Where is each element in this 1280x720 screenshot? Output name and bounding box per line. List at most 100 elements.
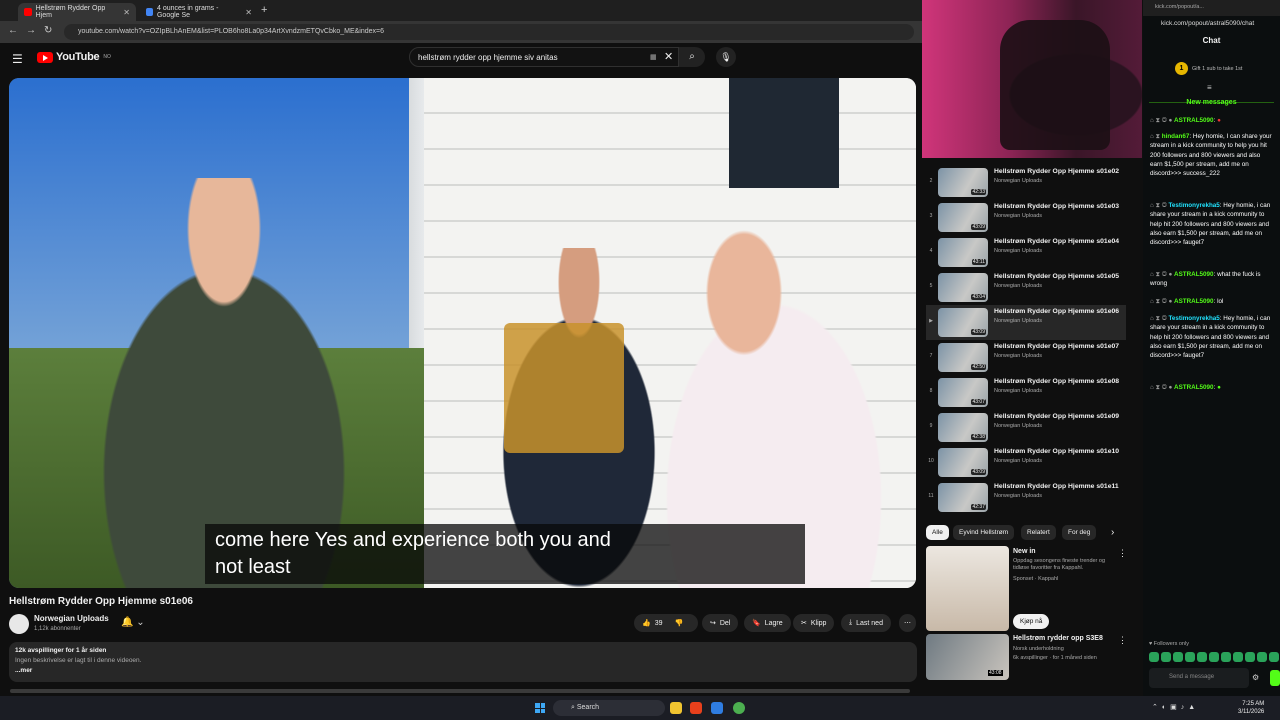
- tab-youtube[interactable]: Hellstrøm Rydder Opp Hjem ✕: [18, 3, 136, 21]
- emote-icon[interactable]: [1149, 652, 1159, 662]
- playlist-item[interactable]: 10 43:09 Hellstrøm Rydder Opp Hjemme s01e1…: [926, 445, 1126, 480]
- playlist-item[interactable]: 11 42:37 Hellstrøm Rydder Opp Hjemme s01e1…: [926, 480, 1126, 515]
- gift-sub-banner[interactable]: 1 Gift 1 sub to take 1st: [1175, 62, 1242, 75]
- emote-icon[interactable]: [1173, 652, 1183, 662]
- new-tab-button[interactable]: +: [261, 4, 267, 16]
- new-messages-label[interactable]: New messages: [1143, 99, 1280, 106]
- clip-button[interactable]: ✂ Klipp: [793, 614, 835, 632]
- playlist-item-title[interactable]: Hellstrøm Rydder Opp Hjemme s01e05: [994, 273, 1124, 282]
- video-player[interactable]: come here Yes and experience both you an…: [9, 78, 916, 588]
- playlist-thumbnail[interactable]: 43:04: [938, 273, 988, 302]
- app-icon[interactable]: [711, 702, 723, 714]
- chip-for-deg[interactable]: For deg: [1062, 525, 1097, 540]
- emote-icon[interactable]: [1185, 652, 1195, 662]
- playlist-thumbnail[interactable]: 42:50: [938, 343, 988, 372]
- chat-username[interactable]: Testimonyrekha5: [1168, 202, 1219, 209]
- playlist-item-title[interactable]: Hellstrøm Rydder Opp Hjemme s01e02: [994, 168, 1124, 177]
- address-bar[interactable]: youtube.com/watch?v=OZIpBLhAnEM&list=PLO…: [64, 24, 914, 40]
- chat-username[interactable]: ASTRAL5090: [1174, 271, 1214, 278]
- thumbs-down-icon[interactable]: 👎: [675, 619, 684, 627]
- forward-arrow-icon[interactable]: →: [26, 25, 36, 36]
- emote-icon[interactable]: [1221, 652, 1231, 662]
- emote-icon[interactable]: [1257, 652, 1267, 662]
- download-button[interactable]: ⤓ Last ned: [841, 614, 891, 632]
- playlist-item[interactable]: 9 42:38 Hellstrøm Rydder Opp Hjemme s01e09…: [926, 410, 1126, 445]
- more-actions-button[interactable]: ⋯: [899, 614, 916, 632]
- search-button[interactable]: ⌕: [679, 47, 705, 67]
- like-count[interactable]: 39: [655, 620, 663, 627]
- close-icon[interactable]: ✕: [123, 8, 130, 17]
- chevron-right-icon[interactable]: ›: [1111, 527, 1114, 538]
- show-more-link[interactable]: ...mer: [15, 667, 911, 674]
- keyboard-icon[interactable]: ▦: [650, 53, 657, 61]
- playlist-thumbnail[interactable]: 42:38: [938, 413, 988, 442]
- playlist-item-title[interactable]: Hellstrøm Rydder Opp Hjemme s01e09: [994, 413, 1124, 422]
- voice-search-button[interactable]: 🎙: [716, 47, 736, 67]
- ad-title[interactable]: New in: [1013, 548, 1036, 555]
- tab-google[interactable]: 4 ounces in grams - Google Se ✕: [140, 3, 258, 21]
- playlist-item[interactable]: 8 43:07 Hellstrøm Rydder Opp Hjemme s01e08…: [926, 375, 1126, 410]
- thumbs-up-icon[interactable]: 👍: [642, 619, 651, 627]
- brave-browser-icon[interactable]: [690, 702, 702, 714]
- taskbar-clock[interactable]: 7:25 AM 3/11/2026: [1238, 700, 1264, 716]
- playlist-item[interactable]: 5 43:04 Hellstrøm Rydder Opp Hjemme s01e05…: [926, 270, 1126, 305]
- horizontal-scrollbar[interactable]: [0, 688, 922, 694]
- playlist-item[interactable]: 7 42:50 Hellstrøm Rydder Opp Hjemme s01e07…: [926, 340, 1126, 375]
- emote-icon[interactable]: [1269, 652, 1279, 662]
- playlist-thumbnail[interactable]: 43:11: [938, 238, 988, 267]
- playlist-item-title[interactable]: Hellstrøm Rydder Opp Hjemme s01e04: [994, 238, 1124, 247]
- subscribe-bell-button[interactable]: 🔔 ⌄: [121, 617, 145, 628]
- file-explorer-icon[interactable]: [670, 702, 682, 714]
- recommended-channel[interactable]: Norsk underholdning: [1013, 646, 1064, 652]
- playlist-item-title[interactable]: Hellstrøm Rydder Opp Hjemme s01e06: [994, 308, 1124, 317]
- playlist-item-title[interactable]: Hellstrøm Rydder Opp Hjemme s01e08: [994, 378, 1124, 387]
- buy-now-button[interactable]: Kjøp nå: [1013, 614, 1050, 629]
- close-icon[interactable]: ✕: [245, 8, 252, 17]
- clear-search-icon[interactable]: ✕: [664, 50, 673, 63]
- back-arrow-icon[interactable]: ←: [8, 25, 18, 36]
- playlist-thumbnail[interactable]: 42:37: [938, 483, 988, 512]
- search-input[interactable]: hellstrøm rydder opp hjemme siv anitas: [409, 47, 679, 67]
- chat-username[interactable]: ASTRAL5090: [1174, 298, 1214, 305]
- emote-icon[interactable]: [1245, 652, 1255, 662]
- chat-username[interactable]: Testimonyrekha5: [1168, 315, 1219, 322]
- emote-icon[interactable]: [1197, 652, 1207, 662]
- playlist-item[interactable]: ▶ 43:09 Hellstrøm Rydder Opp Hjemme s01e06…: [926, 305, 1126, 340]
- filter-icon[interactable]: ≡: [1207, 83, 1212, 92]
- save-button[interactable]: 🔖 Lagre: [744, 614, 791, 632]
- menu-icon[interactable]: ☰: [12, 52, 23, 66]
- more-vert-icon[interactable]: ⋮: [1118, 635, 1127, 646]
- playlist-thumbnail[interactable]: 43:09: [938, 448, 988, 477]
- channel-avatar[interactable]: [9, 614, 29, 634]
- kick-tab[interactable]: kick.com/popout/a...: [1143, 0, 1280, 16]
- settings-gear-icon[interactable]: ⚙: [1252, 673, 1259, 682]
- reload-icon[interactable]: ↻: [44, 25, 52, 36]
- description-box[interactable]: 12k avspillinger for 1 år siden Ingen be…: [9, 642, 917, 682]
- recommended-title[interactable]: Hellstrøm rydder opp S3E8: [1013, 635, 1103, 642]
- playlist-thumbnail[interactable]: 43:07: [938, 378, 988, 407]
- playlist-item-title[interactable]: Hellstrøm Rydder Opp Hjemme s01e10: [994, 448, 1124, 457]
- chat-username[interactable]: ASTRAL5090: [1174, 384, 1214, 391]
- youtube-logo[interactable]: YouTube NO: [37, 51, 111, 63]
- playlist-item[interactable]: 2 42:33 Hellstrøm Rydder Opp Hjemme s01e02…: [926, 165, 1126, 200]
- playlist-thumbnail[interactable]: 43:09: [938, 203, 988, 232]
- channel-name[interactable]: Norwegian Uploads: [34, 614, 109, 623]
- send-button[interactable]: [1270, 670, 1280, 686]
- chip-eyvind[interactable]: Eyvind Hellstrøm: [953, 525, 1015, 540]
- playlist-item-title[interactable]: Hellstrøm Rydder Opp Hjemme s01e03: [994, 203, 1124, 212]
- system-tray[interactable]: ⌃◐▣♪▲: [1152, 703, 1199, 711]
- chip-alle[interactable]: Alle: [926, 525, 949, 540]
- playlist-item-title[interactable]: Hellstrøm Rydder Opp Hjemme s01e07: [994, 343, 1124, 352]
- playlist-item[interactable]: 3 43:09 Hellstrøm Rydder Opp Hjemme s01e03…: [926, 200, 1126, 235]
- emote-icon[interactable]: [1209, 652, 1219, 662]
- playlist-thumbnail[interactable]: 42:33: [938, 168, 988, 197]
- taskbar-search[interactable]: ⌕ Search: [553, 700, 665, 716]
- chip-relatert[interactable]: Relatert: [1021, 525, 1056, 540]
- kick-url-bar[interactable]: kick.com/popout/astral5090/chat: [1143, 17, 1280, 31]
- chat-username[interactable]: hindan67: [1162, 133, 1190, 140]
- emote-icon[interactable]: [1233, 652, 1243, 662]
- playlist-thumbnail[interactable]: 43:09: [938, 308, 988, 337]
- chat-input[interactable]: Send a message: [1149, 668, 1249, 688]
- emote-icon[interactable]: [1161, 652, 1171, 662]
- share-button[interactable]: ↪ Del: [702, 614, 739, 632]
